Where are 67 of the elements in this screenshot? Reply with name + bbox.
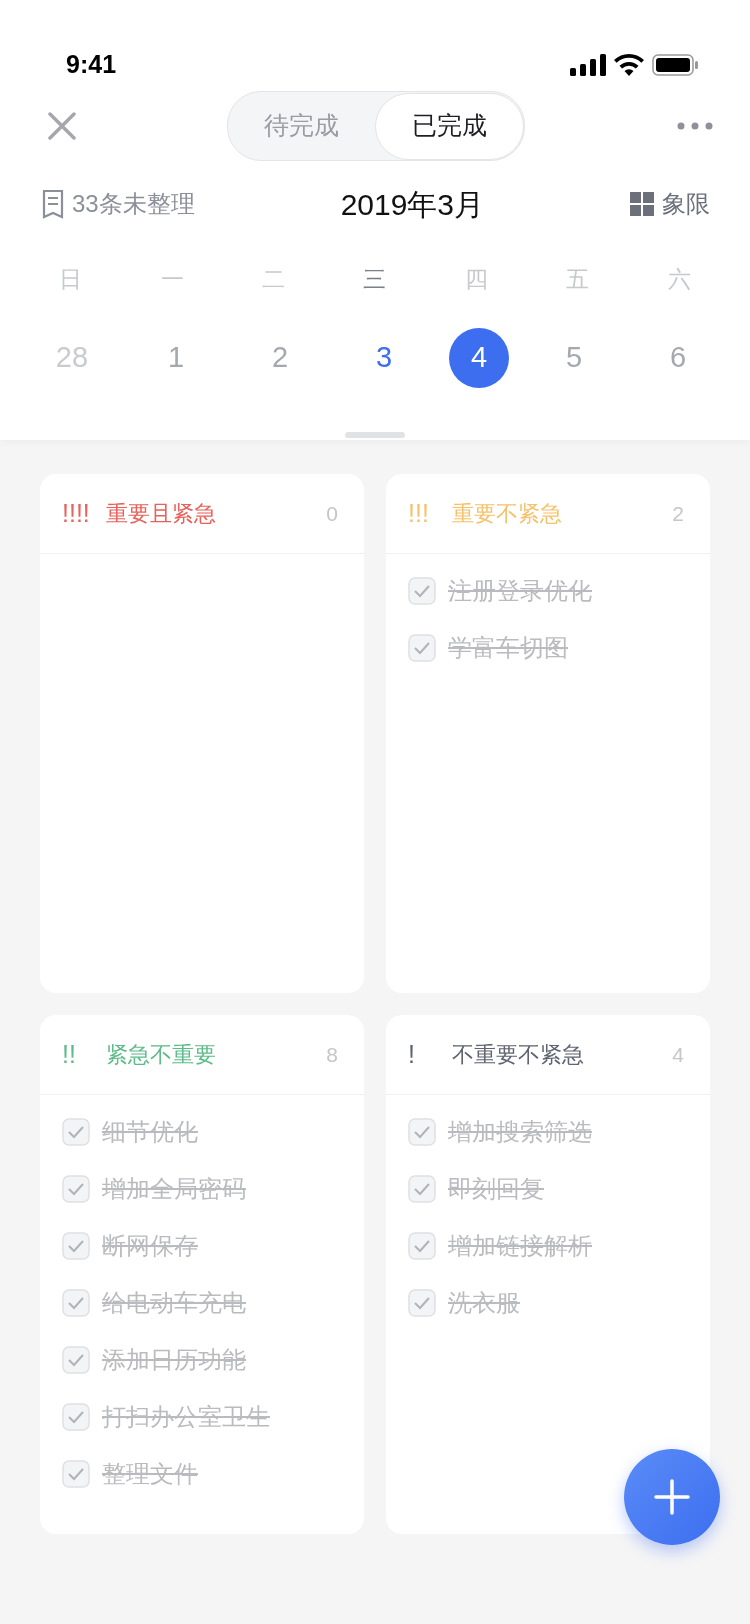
task-count: 2 xyxy=(672,500,684,527)
task-text: 注册登录优化 xyxy=(448,575,592,606)
weekday-label: 日 xyxy=(58,264,84,294)
document-icon[interactable] xyxy=(42,189,64,219)
task-checkbox[interactable] xyxy=(62,1402,90,1431)
task-checkbox[interactable] xyxy=(62,1345,90,1374)
quadrant-title: 紧急不重要 xyxy=(106,1041,217,1069)
task-checkbox[interactable] xyxy=(408,1117,436,1146)
task-text: 增加链接解析 xyxy=(448,1230,592,1261)
task-text: 增加全局密码 xyxy=(102,1173,246,1204)
task-count: 0 xyxy=(326,500,338,527)
task-count: 8 xyxy=(326,1041,338,1068)
add-button[interactable] xyxy=(624,1449,720,1545)
status-time: 9:41 xyxy=(66,49,117,81)
plus-icon xyxy=(654,1479,690,1515)
wifi-icon xyxy=(614,54,644,76)
unsorted-link[interactable]: 33条未整理 xyxy=(72,186,195,222)
task-checkbox[interactable] xyxy=(62,1174,90,1203)
close-icon[interactable] xyxy=(48,112,76,140)
calendar-day[interactable]: 6 xyxy=(626,336,730,380)
task-text: 学富车切图 xyxy=(448,632,568,663)
priority-marks: !! xyxy=(62,1038,77,1070)
task-text: 打扫办公室卫生 xyxy=(102,1401,270,1432)
task-text: 给电动车充电 xyxy=(102,1287,246,1318)
task-checkbox[interactable] xyxy=(408,576,436,605)
task-text: 断网保存 xyxy=(102,1230,198,1261)
weekday-label: 五 xyxy=(565,264,591,294)
calendar-day[interactable]: 1 xyxy=(124,336,228,380)
segment-tab[interactable]: 待完成 xyxy=(228,92,375,160)
task-checkbox[interactable] xyxy=(62,1231,90,1260)
weekday-label: 六 xyxy=(666,264,692,294)
task-text: 整理文件 xyxy=(102,1458,198,1489)
quadrant-title: 重要不紧急 xyxy=(452,500,563,528)
signal-icon xyxy=(570,54,606,76)
view-toggle[interactable]: 象限 xyxy=(662,186,710,222)
calendar-day[interactable]: 4 xyxy=(449,328,509,388)
task-text: 洗衣服 xyxy=(448,1287,520,1318)
task-text: 即刻回复 xyxy=(448,1173,544,1204)
task-checkbox[interactable] xyxy=(62,1117,90,1146)
task-count: 4 xyxy=(672,1041,684,1068)
battery-icon xyxy=(652,54,698,76)
task-text: 细节优化 xyxy=(102,1116,198,1147)
task-checkbox[interactable] xyxy=(408,1288,436,1317)
weekday-label: 二 xyxy=(261,264,287,294)
task-checkbox[interactable] xyxy=(408,633,436,662)
task-checkbox[interactable] xyxy=(62,1459,90,1488)
weekday-label: 四 xyxy=(463,264,489,294)
drag-handle[interactable] xyxy=(345,432,405,438)
priority-marks: !!!! xyxy=(62,497,91,529)
task-checkbox[interactable] xyxy=(62,1288,90,1317)
segment-tab[interactable]: 已完成 xyxy=(375,92,524,160)
weekday-label: 三 xyxy=(362,264,388,294)
grid-icon[interactable] xyxy=(630,192,654,216)
quadrant-title: 重要且紧急 xyxy=(106,500,217,528)
priority-marks: ! xyxy=(408,1038,416,1070)
task-text: 增加搜索筛选 xyxy=(448,1116,592,1147)
quadrant-title: 不重要不紧急 xyxy=(452,1041,585,1069)
calendar-day[interactable]: 3 xyxy=(332,336,436,380)
month-title[interactable]: 2019年3月 xyxy=(340,181,485,227)
calendar-day[interactable]: 5 xyxy=(522,336,626,380)
weekday-label: 一 xyxy=(159,264,185,294)
task-checkbox[interactable] xyxy=(408,1231,436,1260)
priority-marks: !!! xyxy=(408,497,430,529)
task-checkbox[interactable] xyxy=(408,1174,436,1203)
calendar-day[interactable]: 2 xyxy=(228,336,332,380)
task-text: 添加日历功能 xyxy=(102,1344,246,1375)
more-icon[interactable] xyxy=(676,121,714,131)
